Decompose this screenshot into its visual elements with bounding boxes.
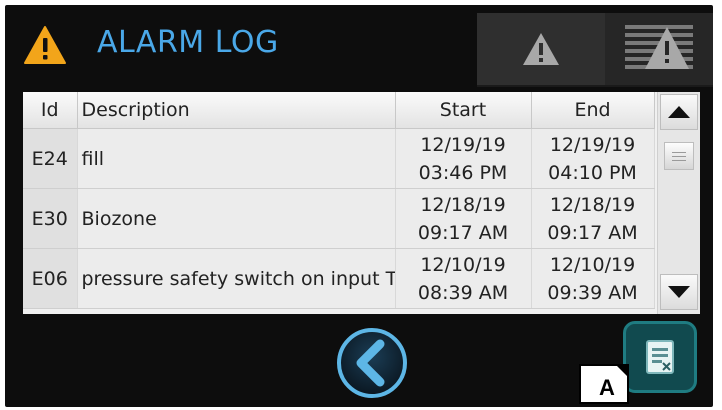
alarm-end: 12/19/19 04:10 PM (531, 128, 655, 189)
alarm-description: pressure safety switch on input T (77, 248, 396, 309)
scrollbar-thumb[interactable] (664, 142, 694, 170)
scroll-down-button[interactable] (660, 274, 698, 310)
alarm-end: 12/10/19 09:39 AM (531, 248, 655, 309)
callout-corner (617, 366, 627, 376)
end-date: 12/19/19 (549, 133, 636, 156)
alarm-id: E24 (23, 128, 78, 189)
page-title: ALARM LOG (97, 25, 279, 60)
start-time: 08:39 AM (417, 281, 509, 304)
export-document-icon (646, 340, 674, 374)
alarm-description: Biozone (77, 188, 396, 249)
alarm-description: fill (77, 128, 396, 189)
callout-label: A (579, 364, 629, 404)
table-row[interactable]: E06 pressure safety switch on input T 12… (23, 248, 655, 309)
alarm-id: E30 (23, 188, 78, 249)
start-date: 12/18/19 (420, 193, 506, 216)
export-log-button[interactable] (623, 321, 697, 393)
column-header-id[interactable]: Id (23, 92, 78, 129)
warning-triangle-icon (24, 26, 66, 64)
tab-alarm-history[interactable] (605, 13, 713, 87)
warning-triangle-icon (523, 33, 559, 65)
scroll-up-button[interactable] (660, 94, 698, 130)
warning-list-icon (625, 25, 693, 69)
callout-text: A (599, 375, 615, 400)
alarm-id: E06 (23, 248, 78, 309)
back-button[interactable] (336, 327, 408, 399)
start-date: 12/10/19 (420, 253, 506, 276)
tab-active-alarms[interactable] (477, 13, 605, 87)
start-time: 03:46 PM (418, 161, 508, 184)
table-row[interactable]: E24 fill 12/19/19 03:46 PM 12/19/19 04:10 … (23, 128, 655, 189)
table-row[interactable]: E30 Biozone 12/18/19 09:17 AM 12/18/19 09:… (23, 188, 655, 249)
end-time: 09:39 AM (547, 281, 638, 304)
alarm-start: 12/18/19 09:17 AM (395, 188, 532, 249)
end-time: 09:17 AM (547, 221, 638, 244)
alarm-table: Id Description Start End E24 fill 12/19/… (23, 92, 700, 314)
alarm-end: 12/18/19 09:17 AM (531, 188, 655, 249)
alarm-log-screen: ALARM LOG Id Description Start End E24 f… (5, 5, 713, 407)
alarm-start: 12/19/19 03:46 PM (395, 128, 532, 189)
end-date: 12/18/19 (549, 193, 636, 216)
start-date: 12/19/19 (420, 133, 506, 156)
triangle-up-icon (668, 106, 690, 118)
triangle-down-icon (668, 286, 690, 298)
header: ALARM LOG (5, 5, 713, 87)
end-time: 04:10 PM (548, 161, 637, 184)
start-time: 09:17 AM (417, 221, 509, 244)
vertical-scrollbar[interactable] (657, 92, 700, 314)
end-date: 12/10/19 (549, 253, 636, 276)
column-header-end[interactable]: End (531, 92, 655, 129)
table-header-row: Id Description Start End (23, 92, 655, 129)
column-header-description[interactable]: Description (77, 92, 396, 129)
column-header-start[interactable]: Start (395, 92, 532, 129)
alarm-start: 12/10/19 08:39 AM (395, 248, 532, 309)
